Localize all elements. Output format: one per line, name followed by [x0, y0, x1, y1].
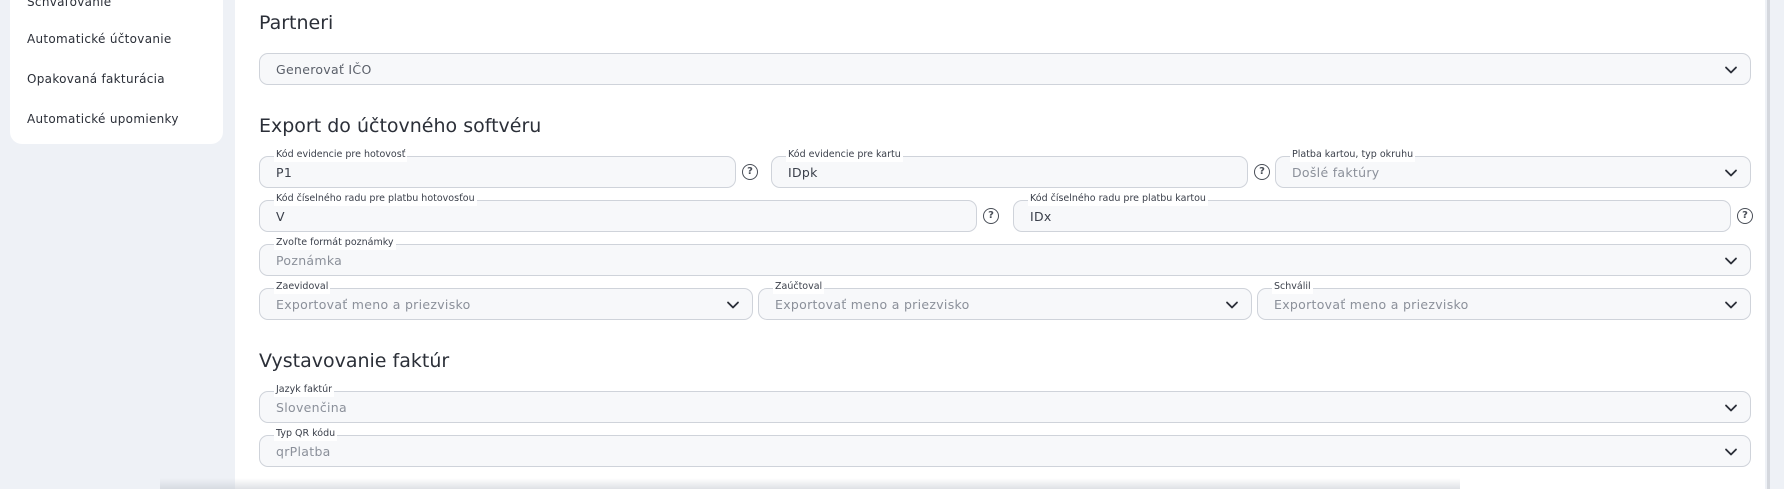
cash-code-field[interactable]: Kód evidencie pre hotovosť P1 [259, 148, 736, 188]
sidebar: Schvaľovanie Automatické účtovanie Opako… [10, 0, 223, 144]
settings-panel: Partneri Generovať IČO Export do účtovné… [235, 0, 1765, 489]
card-series-code-value: IDx [1030, 209, 1052, 224]
cash-series-code-field[interactable]: Kód číselného radu pre platbu hotovosťou… [259, 192, 977, 232]
sidebar-item-approval[interactable]: Schvaľovanie [27, 0, 112, 9]
card-code-label: Kód evidencie pre kartu [786, 148, 903, 162]
cash-code-value: P1 [276, 165, 293, 180]
approved-by-label: Schválil [1272, 280, 1313, 294]
help-icon[interactable]: ? [983, 208, 999, 224]
card-payment-type-select[interactable]: Platba kartou, typ okruhu Došlé faktúry [1275, 148, 1751, 188]
scrollbar[interactable] [1767, 0, 1770, 489]
qr-type-value: qrPlatba [276, 444, 331, 459]
posted-by-value: Exportovať meno a priezvisko [775, 297, 970, 312]
chevron-down-icon [1725, 169, 1737, 177]
approved-by-select[interactable]: Schválil Exportovať meno a priezvisko [1257, 280, 1751, 320]
recorded-by-select[interactable]: Zaevidoval Exportovať meno a priezvisko [259, 280, 753, 320]
section-title-invoicing: Vystavovanie faktúr [259, 350, 450, 372]
card-series-code-label: Kód číselného radu pre platbu kartou [1028, 192, 1208, 206]
posted-by-label: Zaúčtoval [773, 280, 825, 294]
invoice-language-label: Jazyk faktúr [274, 383, 335, 397]
card-code-field[interactable]: Kód evidencie pre kartu IDpk [771, 148, 1248, 188]
cash-series-code-value: V [276, 209, 285, 224]
chevron-down-icon [1226, 301, 1238, 309]
generate-ico-select[interactable]: Generovať IČO [259, 53, 1751, 85]
section-title-export: Export do účtovného softvéru [259, 115, 542, 137]
invoice-language-select[interactable]: Jazyk faktúr Slovenčina [259, 383, 1751, 423]
recorded-by-value: Exportovať meno a priezvisko [276, 297, 471, 312]
invoice-language-value: Slovenčina [276, 400, 347, 415]
help-icon[interactable]: ? [742, 164, 758, 180]
card-payment-type-value: Došlé faktúry [1292, 165, 1380, 180]
approved-by-value: Exportovať meno a priezvisko [1274, 297, 1469, 312]
chevron-down-icon [1725, 448, 1737, 456]
bottom-shadow [160, 478, 1460, 489]
recorded-by-label: Zaevidoval [274, 280, 331, 294]
card-payment-type-label: Platba kartou, typ okruhu [1290, 148, 1416, 162]
help-icon[interactable]: ? [1254, 164, 1270, 180]
card-code-value: IDpk [788, 165, 818, 180]
cash-series-code-label: Kód číselného radu pre platbu hotovosťou [274, 192, 477, 206]
note-format-select[interactable]: Zvoľte formát poznámky Poznámka [259, 236, 1751, 276]
qr-type-label: Typ QR kódu [274, 427, 338, 441]
sidebar-item-auto-accounting[interactable]: Automatické účtovanie [27, 32, 172, 46]
card-series-code-field[interactable]: Kód číselného radu pre platbu kartou IDx [1013, 192, 1731, 232]
sidebar-item-recurring-invoicing[interactable]: Opakovaná fakturácia [27, 72, 165, 86]
help-icon[interactable]: ? [1737, 208, 1753, 224]
sidebar-item-auto-reminders[interactable]: Automatické upomienky [27, 112, 179, 126]
note-format-value: Poznámka [276, 253, 343, 268]
chevron-down-icon [1725, 404, 1737, 412]
posted-by-select[interactable]: Zaúčtoval Exportovať meno a priezvisko [758, 280, 1252, 320]
chevron-down-icon [1725, 301, 1737, 309]
section-title-partners: Partneri [259, 12, 334, 34]
cash-code-label: Kód evidencie pre hotovosť [274, 148, 408, 162]
qr-type-select[interactable]: Typ QR kódu qrPlatba [259, 427, 1751, 467]
chevron-down-icon [1725, 257, 1737, 265]
note-format-label: Zvoľte formát poznámky [274, 236, 396, 250]
chevron-down-icon [727, 301, 739, 309]
chevron-down-icon [1725, 66, 1737, 74]
generate-ico-value: Generovať IČO [276, 62, 372, 77]
